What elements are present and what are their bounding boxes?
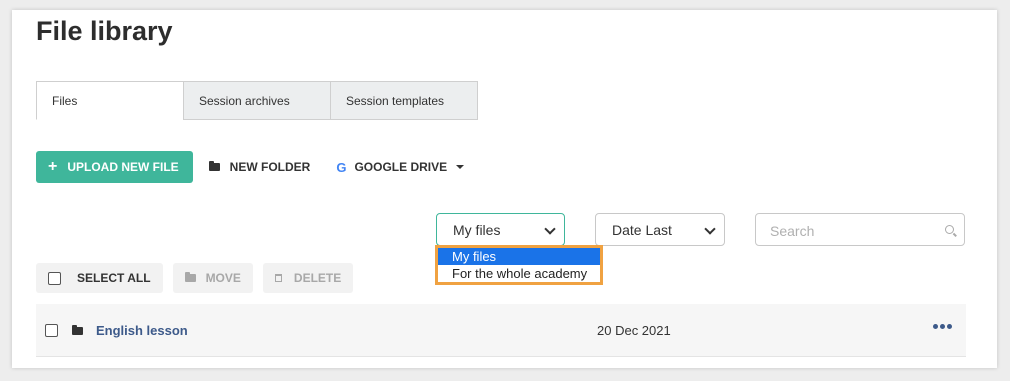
owner-filter-dropdown: My files For the whole academy (435, 245, 603, 285)
dot (933, 324, 938, 329)
google-drive-button[interactable]: G GOOGLE DRIVE (336, 159, 465, 175)
dot (940, 324, 945, 329)
caret-down-icon (456, 165, 465, 169)
search-field (755, 213, 965, 247)
row-checkbox[interactable] (45, 324, 58, 337)
new-folder-button[interactable]: NEW FOLDER (208, 160, 311, 174)
folder-icon (72, 325, 83, 335)
google-icon: G (336, 159, 347, 175)
sort-select[interactable]: Date Last (595, 213, 725, 246)
tab-session-archives[interactable]: Session archives (183, 81, 331, 120)
folder-icon (208, 161, 220, 171)
dot (947, 324, 952, 329)
trash-icon (274, 274, 282, 282)
bulk-actions: SELECT ALL MOVE DELETE (36, 263, 363, 293)
google-drive-label: GOOGLE DRIVE (354, 160, 448, 174)
chevron-down-icon (704, 223, 716, 235)
sort-value: Date Last (612, 221, 672, 238)
file-library-panel: File library Files Session archives Sess… (12, 10, 997, 368)
file-date: 20 Dec 2021 (597, 323, 671, 338)
toolbar: + UPLOAD NEW FILE NEW FOLDER G GOOGLE DR… (36, 151, 465, 183)
chevron-down-icon (544, 223, 556, 235)
search-icon (945, 225, 954, 234)
upload-new-file-button[interactable]: + UPLOAD NEW FILE (36, 151, 193, 183)
folder-icon (184, 272, 196, 282)
table-row[interactable]: English lesson 20 Dec 2021 (36, 304, 966, 357)
owner-filter-select[interactable]: My files (436, 213, 565, 246)
select-all-checkbox[interactable] (48, 271, 61, 285)
tab-bar: Files Session archives Session templates (36, 81, 478, 120)
file-name-link[interactable]: English lesson (96, 323, 188, 338)
tab-session-templates[interactable]: Session templates (330, 81, 478, 120)
delete-label: DELETE (293, 271, 342, 285)
dropdown-option-whole-academy[interactable]: For the whole academy (438, 265, 600, 282)
search-input[interactable] (768, 214, 942, 247)
select-all-button[interactable]: SELECT ALL (36, 263, 163, 293)
select-all-label: SELECT ALL (77, 271, 151, 285)
more-options-icon[interactable] (931, 324, 952, 329)
move-button[interactable]: MOVE (172, 263, 253, 293)
new-folder-label: NEW FOLDER (229, 160, 311, 174)
delete-button[interactable]: DELETE (262, 263, 354, 293)
dropdown-option-my-files[interactable]: My files (438, 248, 600, 265)
plus-icon: + (48, 158, 58, 175)
owner-filter-value: My files (453, 221, 501, 238)
page-title: File library (36, 16, 173, 46)
upload-label: UPLOAD NEW FILE (67, 160, 179, 174)
move-label: MOVE (205, 271, 241, 285)
tab-files[interactable]: Files (36, 81, 184, 120)
